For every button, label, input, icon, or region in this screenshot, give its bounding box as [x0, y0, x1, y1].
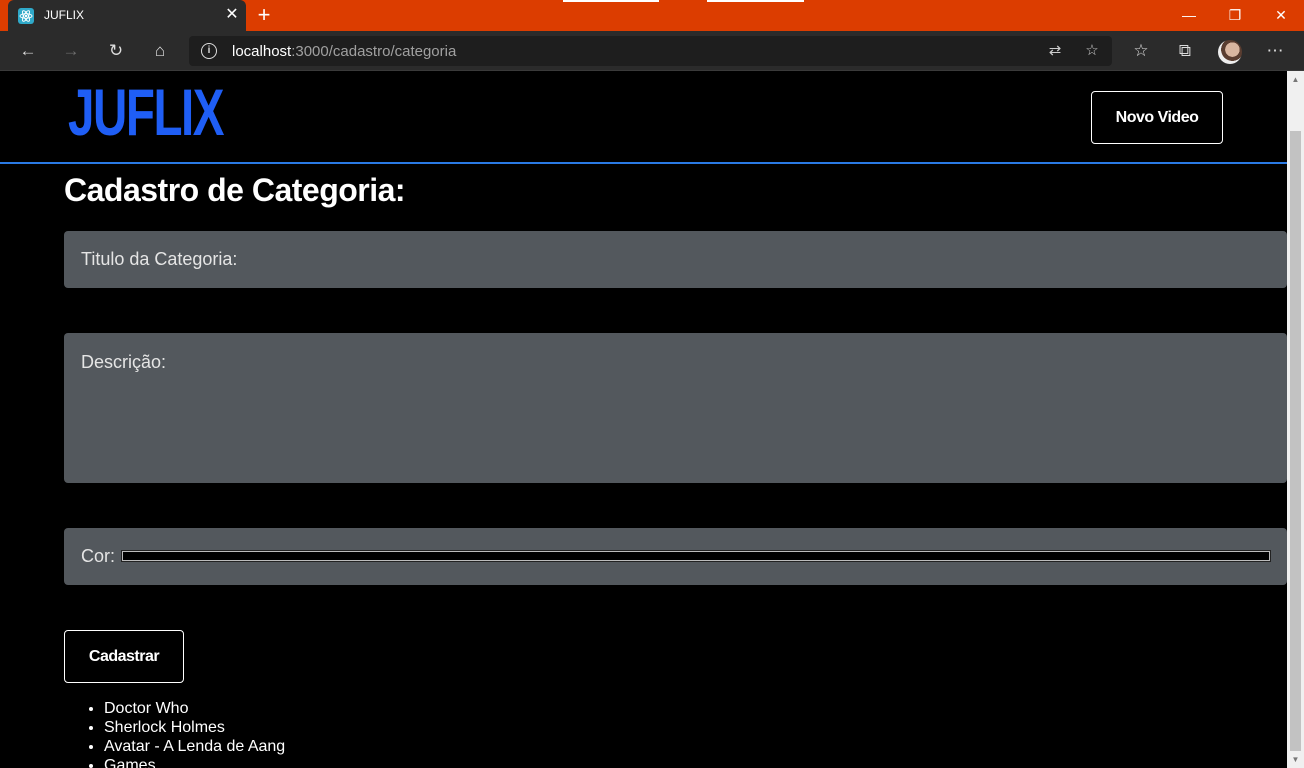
- collections-icon[interactable]: ⧉: [1170, 36, 1200, 66]
- submit-button[interactable]: Cadastrar: [64, 630, 184, 683]
- list-item: Avatar - A Lenda de Aang: [104, 737, 285, 756]
- list-item: Doctor Who: [104, 699, 285, 718]
- browser-tab-active[interactable]: JUFLIX ✕: [8, 0, 246, 31]
- info-icon[interactable]: i: [201, 43, 217, 59]
- restore-icon[interactable]: ❐: [1212, 0, 1258, 31]
- close-window-icon[interactable]: ✕: [1258, 0, 1304, 31]
- page-title: Cadastro de Categoria:: [64, 172, 406, 208]
- site-header: JUFLIX Novo Video: [0, 71, 1287, 164]
- scroll-thumb[interactable]: [1290, 131, 1301, 751]
- description-field[interactable]: Descrição:: [64, 333, 1287, 483]
- list-item: Games: [104, 756, 285, 768]
- translate-icon[interactable]: ⇄: [1044, 40, 1066, 62]
- title-field[interactable]: Titulo da Categoria:: [64, 231, 1287, 288]
- star-icon[interactable]: ☆: [1081, 40, 1103, 62]
- refresh-icon[interactable]: ↻: [101, 36, 131, 66]
- new-video-button[interactable]: Novo Video: [1091, 91, 1223, 144]
- more-menu-icon[interactable]: ⋯: [1260, 36, 1290, 66]
- close-tab-icon[interactable]: ✕: [222, 5, 242, 25]
- list-item: Sherlock Holmes: [104, 718, 285, 737]
- juflix-logo[interactable]: JUFLIX: [68, 79, 225, 145]
- browser-toolbar: ← → ↻ ⌂ i localhost:3000/cadastro/catego…: [0, 31, 1304, 71]
- home-icon[interactable]: ⌂: [145, 36, 175, 66]
- titlebar-drag-marker: [563, 0, 659, 2]
- browser-titlebar: JUFLIX ✕ + — ❐ ✕: [0, 0, 1304, 31]
- scroll-up-icon[interactable]: ▲: [1287, 71, 1304, 88]
- back-arrow-icon[interactable]: ←: [13, 36, 43, 66]
- forward-arrow-icon[interactable]: →: [56, 36, 86, 66]
- color-field: Cor:: [64, 528, 1287, 585]
- address-bar[interactable]: i localhost:3000/cadastro/categoria ⇄ ☆: [189, 36, 1112, 66]
- page-scrollbar[interactable]: ▲ ▼: [1287, 71, 1304, 768]
- address-path: :3000/cadastro/categoria: [291, 43, 457, 60]
- title-field-label: Titulo da Categoria:: [81, 249, 238, 269]
- category-list: Doctor Who Sherlock Holmes Avatar - A Le…: [86, 699, 285, 768]
- react-icon: [18, 8, 34, 24]
- scroll-down-icon[interactable]: ▼: [1287, 751, 1304, 768]
- description-field-label: Descrição:: [81, 352, 167, 372]
- address-url[interactable]: localhost:3000/cadastro/categoria: [232, 43, 456, 60]
- tab-title: JUFLIX: [44, 8, 85, 22]
- favorites-icon[interactable]: ☆: [1126, 36, 1156, 66]
- address-host: localhost: [232, 43, 292, 60]
- page-content: JUFLIX Novo Video Cadastro de Categoria:…: [0, 71, 1287, 768]
- new-tab-icon[interactable]: +: [252, 3, 276, 27]
- color-field-label: Cor:: [81, 546, 116, 566]
- minimize-icon[interactable]: —: [1166, 0, 1212, 31]
- profile-avatar[interactable]: [1218, 40, 1242, 64]
- color-picker-input[interactable]: [121, 550, 1271, 562]
- titlebar-drag-marker: [707, 0, 804, 2]
